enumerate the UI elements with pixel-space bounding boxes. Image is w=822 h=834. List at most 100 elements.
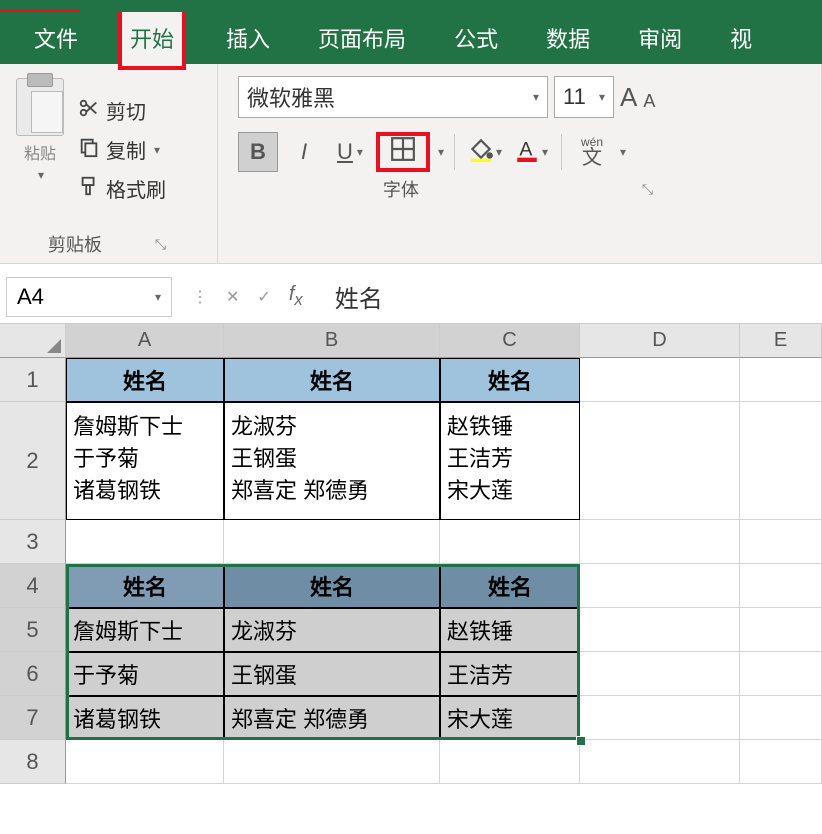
row-header-6[interactable]: 6: [0, 652, 66, 696]
underline-label: U: [337, 139, 353, 165]
cell-c1[interactable]: 姓名: [440, 358, 580, 402]
formula-options-icon[interactable]: ⋮: [192, 287, 208, 307]
col-header-a[interactable]: A: [66, 324, 224, 358]
cell-a6[interactable]: 于予菊: [66, 652, 224, 696]
cell-d4[interactable]: [580, 564, 740, 608]
chevron-down-icon[interactable]: ▾: [438, 145, 444, 159]
cell-d5[interactable]: [580, 608, 740, 652]
cell-e7[interactable]: [740, 696, 822, 740]
tab-review[interactable]: 审阅: [630, 10, 690, 66]
tab-insert[interactable]: 插入: [218, 10, 278, 66]
cell-a7[interactable]: 诸葛钢铁: [66, 696, 224, 740]
cell-c7[interactable]: 宋大莲: [440, 696, 580, 740]
cell-a8[interactable]: [66, 740, 224, 784]
cell-c8[interactable]: [440, 740, 580, 784]
clipboard-launcher[interactable]: ⤡: [152, 235, 169, 254]
chevron-down-icon[interactable]: ▾: [620, 145, 626, 159]
row-header-5[interactable]: 5: [0, 608, 66, 652]
cancel-formula-icon[interactable]: ✕: [226, 287, 239, 307]
brush-icon: [78, 175, 100, 203]
col-header-d[interactable]: D: [580, 324, 740, 358]
cell-b3[interactable]: [224, 520, 440, 564]
underline-button[interactable]: U ▾: [330, 132, 370, 172]
chevron-down-icon: ▾: [357, 145, 363, 159]
cell-e5[interactable]: [740, 608, 822, 652]
shrink-font-button[interactable]: A: [643, 91, 655, 112]
tab-file[interactable]: 文件: [26, 10, 86, 66]
tab-home[interactable]: 开始: [118, 6, 186, 70]
selection-fill-handle[interactable]: [576, 736, 586, 746]
cell-e3[interactable]: [740, 520, 822, 564]
chevron-down-icon: ▾: [599, 90, 605, 104]
chevron-down-icon: ▾: [533, 90, 539, 104]
tab-page-layout[interactable]: 页面布局: [310, 10, 414, 66]
row-header-7[interactable]: 7: [0, 696, 66, 740]
tab-formulas[interactable]: 公式: [446, 10, 506, 66]
grid: A B C D E 1 姓名 姓名 姓名 2 詹姆斯下士 于予菊 诸葛钢铁 龙淑…: [0, 324, 822, 784]
row-header-8[interactable]: 8: [0, 740, 66, 784]
cell-b6[interactable]: 王钢蛋: [224, 652, 440, 696]
cell-a4[interactable]: 姓名: [66, 564, 224, 608]
cell-d3[interactable]: [580, 520, 740, 564]
col-header-e[interactable]: E: [740, 324, 822, 358]
format-painter-button[interactable]: 格式刷: [78, 174, 166, 203]
tab-view[interactable]: 视: [722, 10, 760, 66]
cell-d1[interactable]: [580, 358, 740, 402]
cell-b4[interactable]: 姓名: [224, 564, 440, 608]
font-size-combo[interactable]: 11 ▾: [554, 76, 614, 118]
cell-b1[interactable]: 姓名: [224, 358, 440, 402]
cell-a3[interactable]: [66, 520, 224, 564]
tab-data[interactable]: 数据: [538, 10, 598, 66]
cell-e4[interactable]: [740, 564, 822, 608]
italic-button[interactable]: I: [284, 132, 324, 172]
cell-e1[interactable]: [740, 358, 822, 402]
borders-button[interactable]: [376, 132, 430, 172]
formula-value[interactable]: 姓名: [317, 279, 383, 314]
cell-b2[interactable]: 龙淑芬 王钢蛋 郑喜定 郑德勇: [224, 402, 440, 520]
name-box[interactable]: A4 ▾: [6, 277, 172, 317]
cell-a5[interactable]: 詹姆斯下士: [66, 608, 224, 652]
cell-e8[interactable]: [740, 740, 822, 784]
chevron-down-icon: ▾: [496, 145, 502, 159]
cell-b8[interactable]: [224, 740, 440, 784]
row-header-1[interactable]: 1: [0, 358, 66, 402]
chevron-down-icon: ▾: [542, 145, 548, 159]
font-name-combo[interactable]: 微软雅黑 ▾: [238, 76, 548, 118]
font-launcher[interactable]: ⤡: [639, 180, 656, 199]
cell-e6[interactable]: [740, 652, 822, 696]
cell-a1[interactable]: 姓名: [66, 358, 224, 402]
cell-c6[interactable]: 王洁芳: [440, 652, 580, 696]
cell-c5[interactable]: 赵铁锤: [440, 608, 580, 652]
accept-formula-icon[interactable]: ✓: [257, 287, 270, 307]
cell-c3[interactable]: [440, 520, 580, 564]
group-font: 微软雅黑 ▾ 11 ▾ A A B I U ▾: [218, 64, 822, 263]
cell-c4[interactable]: 姓名: [440, 564, 580, 608]
copy-button[interactable]: 复制 ▾: [78, 135, 166, 164]
cell-b5[interactable]: 龙淑芬: [224, 608, 440, 652]
cell-d6[interactable]: [580, 652, 740, 696]
col-header-b[interactable]: B: [224, 324, 440, 358]
name-box-value: A4: [17, 284, 44, 310]
col-header-c[interactable]: C: [440, 324, 580, 358]
cell-d7[interactable]: [580, 696, 740, 740]
cell-e2[interactable]: [740, 402, 822, 520]
select-all-corner[interactable]: [0, 324, 66, 358]
cell-b7[interactable]: 郑喜定 郑德勇: [224, 696, 440, 740]
fx-icon[interactable]: fx: [289, 283, 303, 310]
paste-button[interactable]: 粘贴 ▾: [10, 72, 70, 227]
phonetic-guide-button[interactable]: wén 文: [572, 132, 612, 172]
bold-button[interactable]: B: [238, 132, 278, 172]
grow-font-button[interactable]: A: [620, 82, 637, 113]
paste-label: 粘贴: [24, 140, 56, 164]
row-header-3[interactable]: 3: [0, 520, 66, 564]
cut-button[interactable]: 剪切: [78, 96, 166, 125]
cell-d8[interactable]: [580, 740, 740, 784]
font-color-button[interactable]: A ▾: [511, 132, 551, 172]
cell-a2[interactable]: 詹姆斯下士 于予菊 诸葛钢铁: [66, 402, 224, 520]
fill-color-button[interactable]: ▾: [465, 132, 505, 172]
row-header-2[interactable]: 2: [0, 402, 66, 520]
cell-c2[interactable]: 赵铁锤 王洁芳 宋大莲: [440, 402, 580, 520]
row-header-4[interactable]: 4: [0, 564, 66, 608]
cell-d2[interactable]: [580, 402, 740, 520]
cut-label: 剪切: [106, 96, 146, 125]
